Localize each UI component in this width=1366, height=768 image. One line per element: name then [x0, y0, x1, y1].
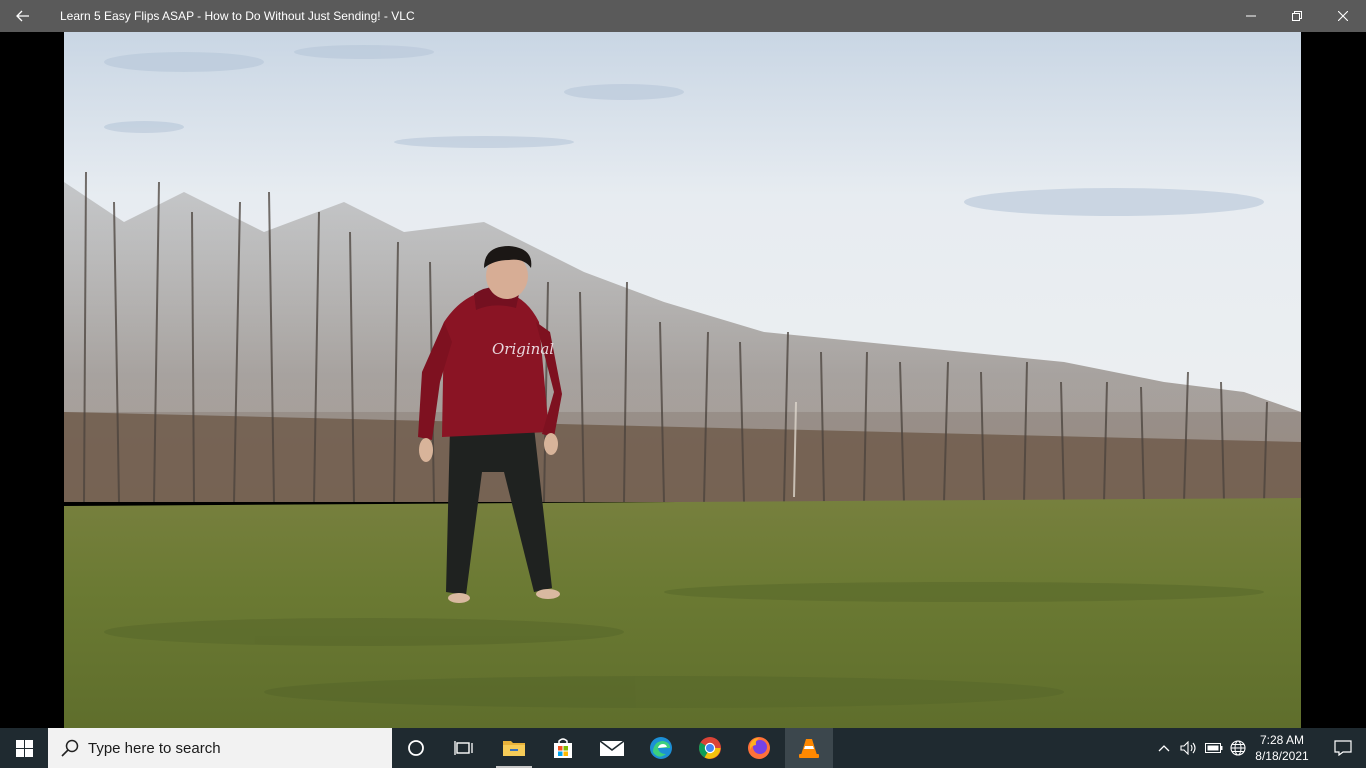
window-title: Learn 5 Easy Flips ASAP - How to Do With… — [60, 9, 415, 23]
taskbar-app-chrome[interactable] — [686, 728, 734, 768]
taskbar-app-firefox[interactable] — [735, 728, 783, 768]
edge-icon — [650, 737, 672, 759]
chrome-icon — [699, 737, 721, 759]
mail-icon — [599, 740, 625, 756]
task-view-button[interactable] — [440, 728, 488, 768]
start-button[interactable] — [0, 728, 48, 768]
store-icon — [554, 738, 572, 758]
minimize-button[interactable] — [1228, 0, 1274, 32]
taskbar-app-edge[interactable] — [637, 728, 685, 768]
chevron-up-icon — [1158, 745, 1170, 752]
back-button[interactable] — [0, 0, 46, 32]
battery-button[interactable] — [1203, 728, 1225, 768]
taskbar-app-vlc[interactable] — [785, 728, 833, 768]
close-icon — [1338, 11, 1348, 21]
clock-time: 7:28 AM — [1259, 733, 1305, 747]
circle-icon — [408, 740, 424, 756]
cortana-button[interactable] — [392, 728, 440, 768]
close-button[interactable] — [1320, 0, 1366, 32]
folder-icon — [503, 741, 525, 756]
taskbar-app-microsoft-store[interactable] — [539, 728, 587, 768]
windows-logo-icon — [15, 739, 33, 757]
globe-icon — [1230, 740, 1246, 756]
task-view-icon — [454, 741, 473, 755]
video-player[interactable]: Original — [0, 32, 1366, 728]
network-button[interactable] — [1227, 728, 1249, 768]
action-center-button[interactable] — [1320, 728, 1366, 768]
restore-icon — [1292, 11, 1302, 21]
volume-icon — [1180, 741, 1196, 755]
search-placeholder: Type here to search — [88, 739, 221, 757]
taskbar-search-box[interactable]: Type here to search — [48, 728, 392, 768]
battery-icon — [1205, 743, 1223, 753]
show-hidden-icons-button[interactable] — [1154, 728, 1174, 768]
video-scene: Original — [64, 32, 1301, 728]
notification-icon — [1334, 740, 1352, 756]
minimize-icon — [1246, 15, 1256, 17]
window-controls — [1228, 0, 1366, 32]
hoodie-text: Original — [492, 340, 554, 358]
taskbar-app-file-explorer[interactable] — [490, 728, 538, 768]
video-frame[interactable]: Original — [64, 32, 1301, 728]
taskbar-clock[interactable]: 7:28 AM 8/18/2021 — [1250, 728, 1314, 768]
firefox-icon — [748, 737, 770, 759]
taskbar: Type here to search 7:28 AM 8/18/2021 — [0, 728, 1366, 768]
search-icon — [61, 739, 79, 757]
volume-button[interactable] — [1178, 728, 1200, 768]
taskbar-app-mail[interactable] — [588, 728, 636, 768]
clock-date: 8/18/2021 — [1255, 749, 1309, 763]
vlc-cone-icon — [799, 739, 819, 758]
restore-button[interactable] — [1274, 0, 1320, 32]
title-bar: Learn 5 Easy Flips ASAP - How to Do With… — [0, 0, 1366, 32]
arrow-left-icon — [16, 10, 29, 22]
